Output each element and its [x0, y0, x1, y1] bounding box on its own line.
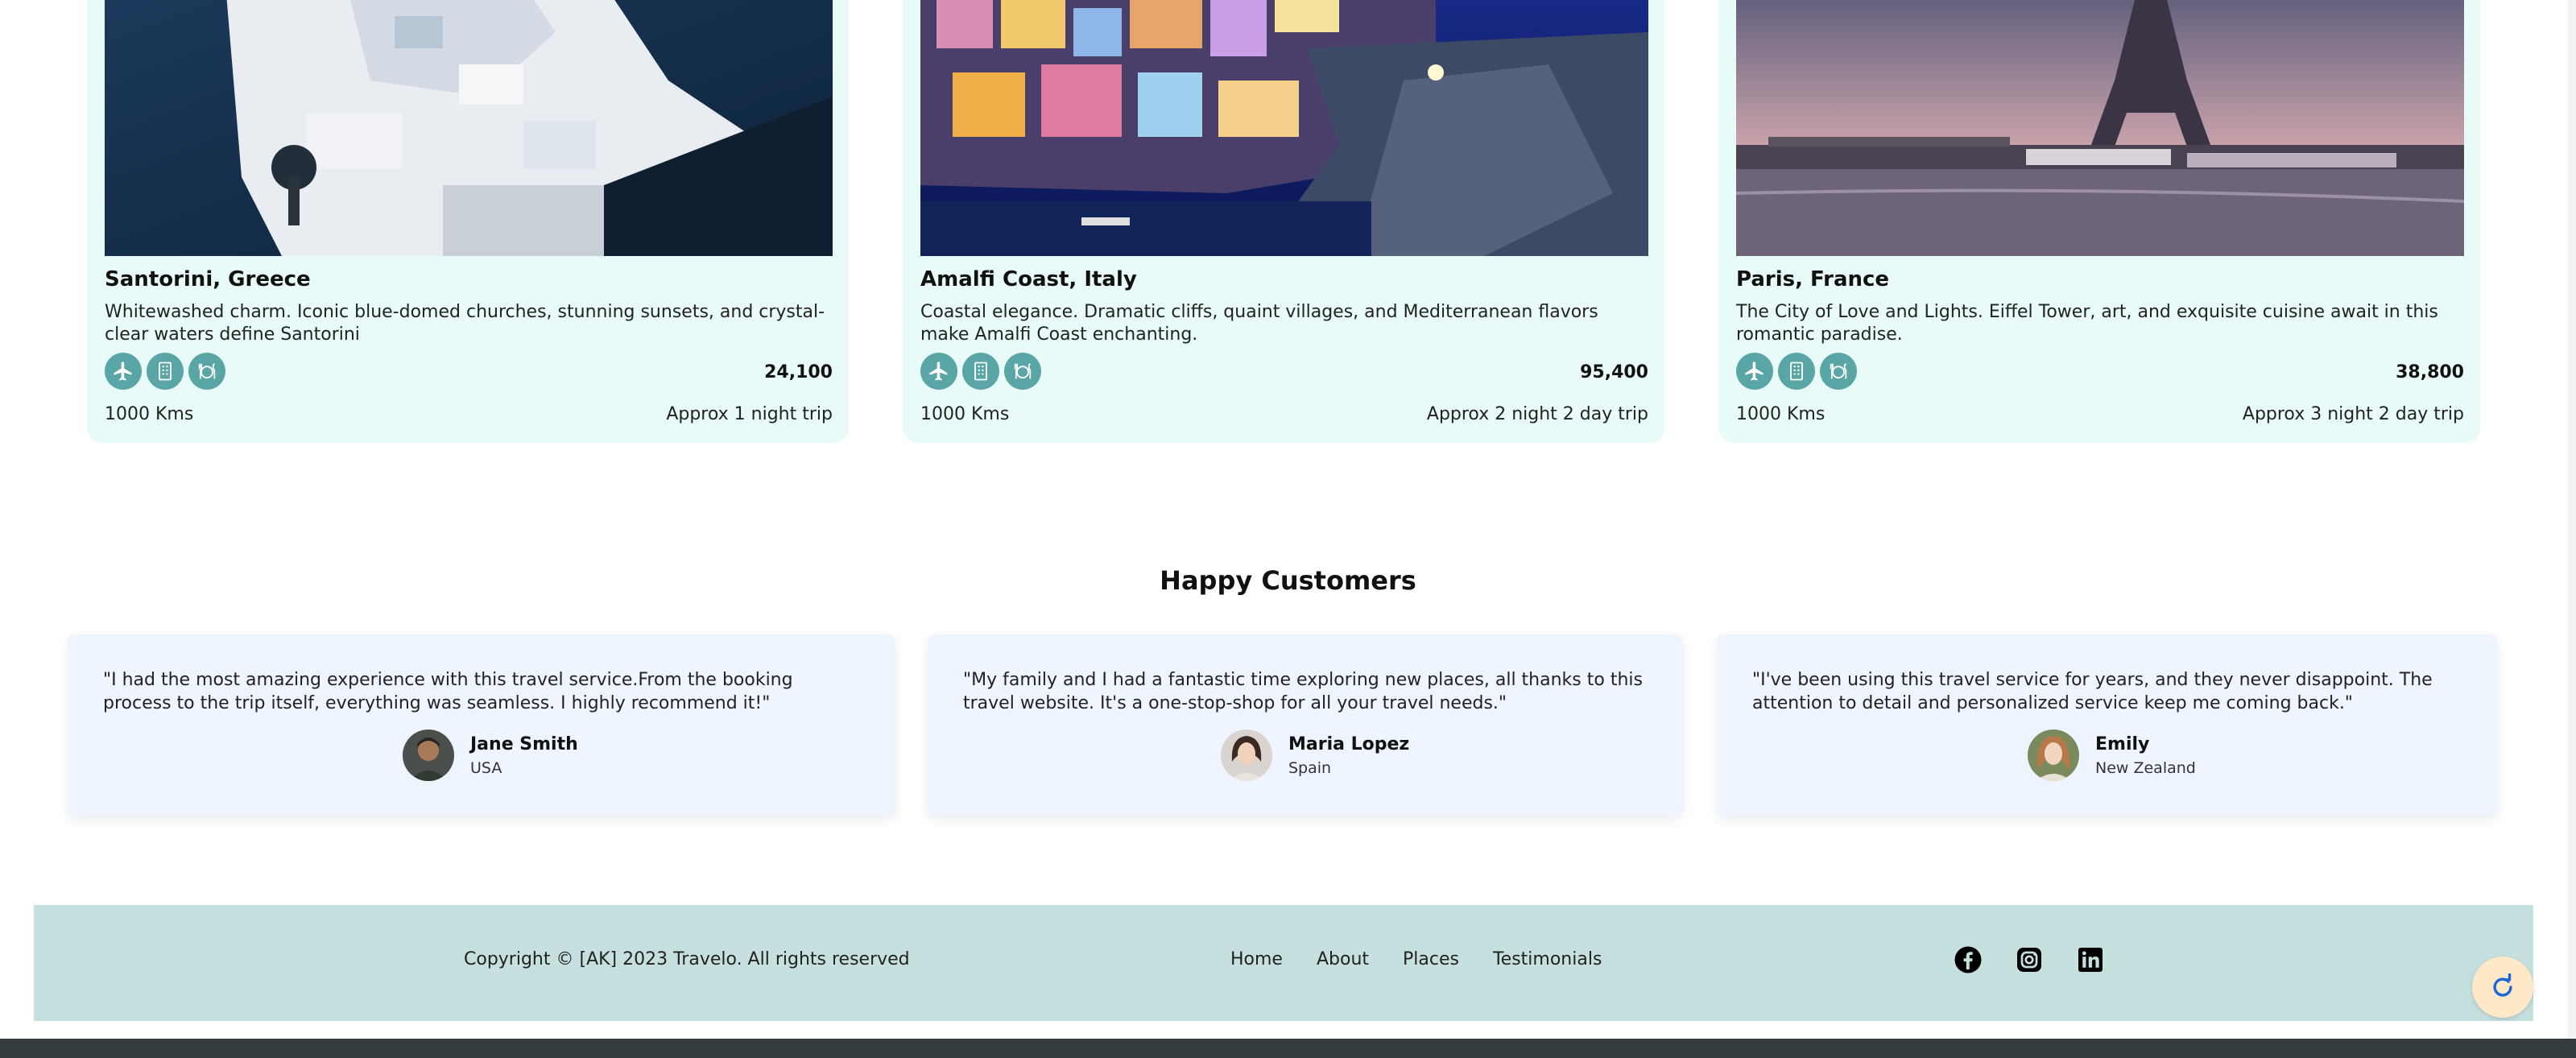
amalfi-photo [920, 0, 1648, 256]
hotel-icon [1778, 353, 1815, 390]
place-distance: 1000 Kms [920, 404, 1010, 424]
instagram-icon[interactable] [2015, 945, 2044, 974]
testimonial-quote: "I've been using this travel service for… [1752, 670, 2433, 713]
testimonial-card: "I had the most amazing experience with … [68, 634, 895, 816]
footer-copyright: Copyright © [AK] 2023 Travelo. All right… [464, 949, 910, 969]
places-section: Santorini, Greece Whitewashed charm. Ico… [0, 0, 2576, 451]
testimonial-quote: "My family and I had a fantastic time ex… [963, 670, 1643, 713]
place-description: Whitewashed charm. Iconic blue-domed chu… [105, 302, 825, 345]
footer-link-about[interactable]: About [1317, 949, 1369, 969]
santorini-photo [105, 0, 833, 256]
avatar [1221, 729, 1272, 781]
plane-icon [920, 353, 957, 390]
plane-icon [1736, 353, 1773, 390]
plane-icon [105, 353, 142, 390]
testimonial-name: Emily [2095, 734, 2150, 754]
place-name: Paris, France [1736, 267, 1890, 291]
testimonial-person: Maria Lopez Spain [1221, 729, 1409, 781]
footer-link-home[interactable]: Home [1230, 949, 1283, 969]
amenity-icons [105, 353, 225, 390]
place-card-paris[interactable]: Paris, France The City of Love and Light… [1718, 0, 2480, 443]
footer-link-testimonials[interactable]: Testimonials [1493, 949, 1602, 969]
facebook-icon[interactable] [1954, 945, 1983, 974]
place-price: 38,800 [2396, 362, 2464, 382]
testimonial-quote: "I had the most amazing experience with … [103, 670, 793, 713]
refresh-icon [2493, 973, 2512, 997]
place-trip-duration: Approx 1 night trip [666, 404, 833, 424]
testimonial-person: Emily New Zealand [2028, 729, 2196, 781]
scroll-to-top-button[interactable] [2472, 957, 2533, 1018]
testimonial-country: USA [470, 758, 502, 777]
paris-photo [1736, 0, 2464, 256]
place-card-amalfi[interactable]: Amalfi Coast, Italy Coastal elegance. Dr… [903, 0, 1664, 443]
amenity-icons [1736, 353, 1857, 390]
place-description: Coastal elegance. Dramatic cliffs, quain… [920, 302, 1598, 345]
testimonial-country: Spain [1288, 758, 1332, 777]
testimonials-title: Happy Customers [1160, 565, 1416, 596]
place-name: Amalfi Coast, Italy [920, 267, 1137, 291]
dining-icon [1004, 353, 1041, 390]
place-trip-duration: Approx 2 night 2 day trip [1426, 404, 1648, 424]
linkedin-icon[interactable] [2076, 945, 2105, 974]
place-card-santorini[interactable]: Santorini, Greece Whitewashed charm. Ico… [87, 0, 849, 443]
footer: Copyright © [AK] 2023 Travelo. All right… [34, 905, 2533, 1021]
avatar [2028, 729, 2079, 781]
hotel-icon [962, 353, 999, 390]
bottom-bar [0, 1039, 2576, 1058]
place-distance: 1000 Kms [1736, 404, 1826, 424]
place-name: Santorini, Greece [105, 267, 311, 291]
testimonial-card: "I've been using this travel service for… [1717, 634, 2498, 816]
testimonial-name: Maria Lopez [1288, 734, 1410, 754]
social-links [1954, 945, 2105, 974]
testimonial-name: Jane Smith [470, 734, 578, 754]
amenity-icons [920, 353, 1041, 390]
dining-icon [1820, 353, 1857, 390]
place-description: The City of Love and Lights. Eiffel Towe… [1736, 302, 2438, 345]
footer-link-places[interactable]: Places [1403, 949, 1459, 969]
hotel-icon [147, 353, 184, 390]
footer-nav: Home About Places Testimonials [1230, 949, 1602, 969]
place-trip-duration: Approx 3 night 2 day trip [2242, 404, 2464, 424]
avatar [403, 729, 454, 781]
place-distance: 1000 Kms [105, 404, 194, 424]
place-price: 95,400 [1580, 362, 1648, 382]
dining-icon [188, 353, 225, 390]
testimonial-person: Jane Smith USA [403, 729, 578, 781]
place-price: 24,100 [764, 362, 833, 382]
testimonial-country: New Zealand [2095, 758, 2196, 777]
testimonial-card: "My family and I had a fantastic time ex… [928, 634, 1683, 816]
